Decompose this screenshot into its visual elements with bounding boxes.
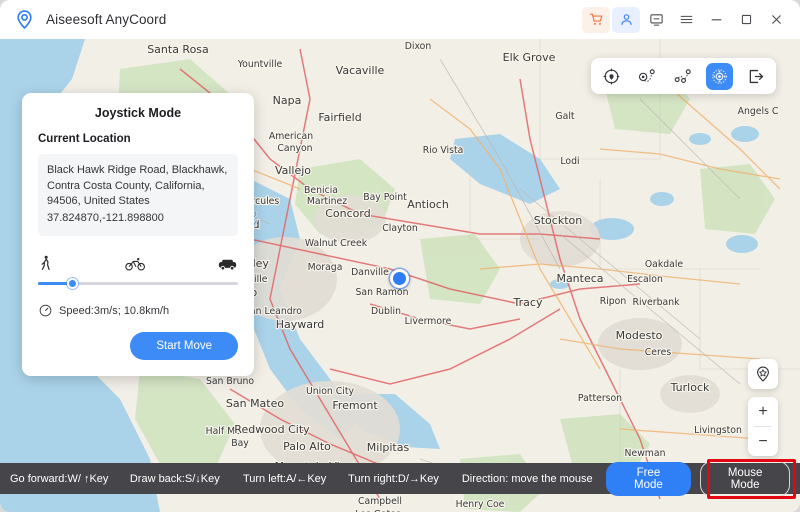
joystick-mode-button[interactable] <box>706 63 733 90</box>
app-title: Aiseesoft AnyCoord <box>46 12 166 27</box>
car-icon <box>218 258 237 271</box>
mouse-mode-button[interactable]: Mouse Mode <box>700 461 790 497</box>
speedometer-icon <box>38 303 53 318</box>
hint-turn-right: Turn right:D/→Key <box>338 473 449 485</box>
mode-switch-buttons: Free Mode Mouse Mode <box>606 461 790 497</box>
minimize-button[interactable] <box>702 7 730 33</box>
window-controls <box>582 7 790 33</box>
shopping-cart-button[interactable] <box>582 7 610 33</box>
zoom-in-button[interactable]: + <box>748 397 778 426</box>
joystick-panel: Joystick Mode Current Location Black Haw… <box>22 93 254 376</box>
shopping-cart-icon <box>589 12 604 27</box>
zoom-controls: + − <box>748 397 778 456</box>
user-account-icon <box>619 12 634 27</box>
free-mode-button[interactable]: Free Mode <box>606 462 692 496</box>
bicycle-icon <box>125 257 146 271</box>
location-address: Black Hawk Ridge Road, Blackhawk, Contra… <box>47 163 229 210</box>
hamburger-menu-icon <box>679 12 694 27</box>
minimize-icon <box>709 12 724 27</box>
exit-button[interactable] <box>742 63 769 90</box>
app-window: Aiseesoft AnyCoord <box>0 0 800 512</box>
close-button[interactable] <box>762 7 790 33</box>
panel-title: Joystick Mode <box>38 106 238 120</box>
mode-toolbar <box>591 58 776 94</box>
current-location-label: Current Location <box>38 133 238 145</box>
maximize-icon <box>739 12 754 27</box>
speed-slider[interactable] <box>38 276 238 290</box>
app-logo <box>14 9 35 30</box>
modify-location-button[interactable] <box>598 63 625 90</box>
speed-readout: Speed:3m/s; 10.8km/h <box>38 303 238 318</box>
map-canvas[interactable]: Santa RosaYountvilleNapaVacavilleDixonFa… <box>0 39 800 512</box>
speed-slider-section <box>38 254 238 290</box>
slider-thumb[interactable] <box>67 278 78 289</box>
target-pin-icon <box>602 67 621 86</box>
menu-button[interactable] <box>672 7 700 33</box>
user-account-button[interactable] <box>612 7 640 33</box>
walking-person-icon <box>39 255 52 271</box>
speed-text: Speed:3m/s; 10.8km/h <box>59 305 169 317</box>
one-stop-mode-button[interactable] <box>634 63 661 90</box>
feedback-button[interactable] <box>642 7 670 33</box>
title-bar: Aiseesoft AnyCoord <box>0 0 800 39</box>
location-box: Black Hawk Ridge Road, Blackhawk, Contra… <box>38 154 238 236</box>
exit-arrow-icon <box>746 67 765 86</box>
location-coordinates: 37.824870,-121.898800 <box>47 211 229 227</box>
hint-turn-left: Turn left:A/←Key <box>231 473 338 485</box>
favorite-pin-icon <box>754 365 772 383</box>
start-move-button[interactable]: Start Move <box>130 332 238 360</box>
multi-stop-mode-button[interactable] <box>670 63 697 90</box>
monitor-feedback-icon <box>649 12 664 27</box>
one-stop-route-icon <box>637 67 658 86</box>
hint-draw-back: Draw back:S/↓Key <box>118 473 231 485</box>
locate-favorite-button[interactable] <box>748 359 778 389</box>
status-bar: Go forward:W/ ↑Key Draw back:S/↓Key Turn… <box>0 463 800 494</box>
multi-stop-route-icon <box>673 67 694 86</box>
joystick-icon <box>710 67 729 86</box>
hint-go-forward: Go forward:W/ ↑Key <box>0 473 118 485</box>
current-position-marker[interactable] <box>390 269 409 288</box>
maximize-button[interactable] <box>732 7 760 33</box>
close-icon <box>769 12 784 27</box>
location-pin-icon <box>14 9 35 30</box>
zoom-out-button[interactable]: − <box>748 427 778 456</box>
hint-direction: Direction: move the mouse <box>449 473 606 485</box>
speed-mode-icons <box>38 254 238 271</box>
start-move-row: Start Move <box>38 332 238 360</box>
